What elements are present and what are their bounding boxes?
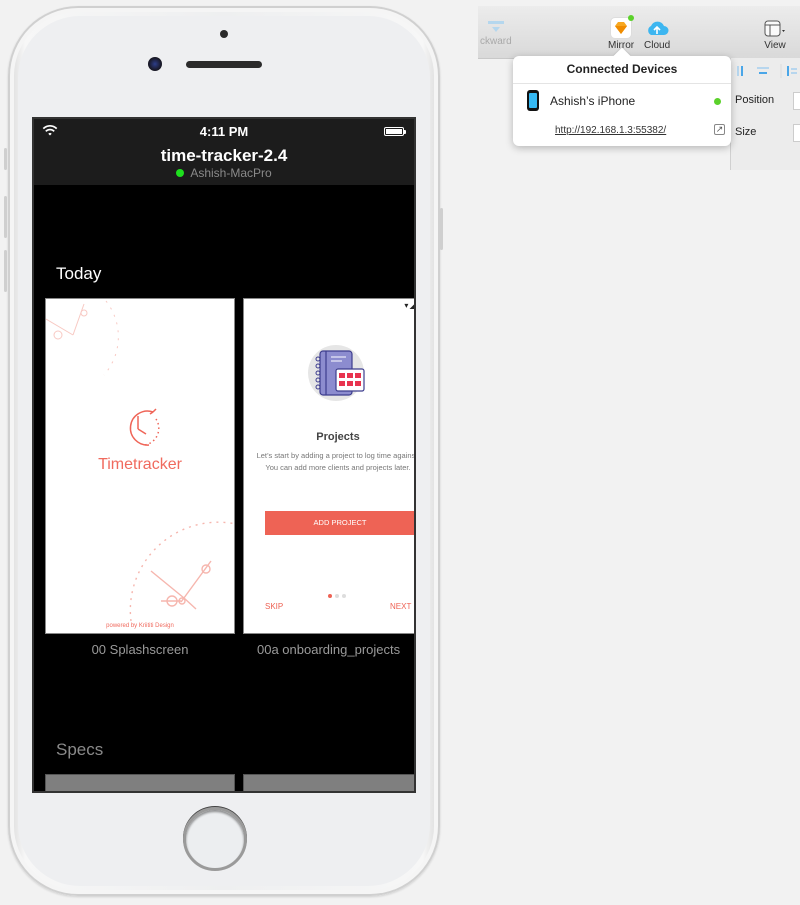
device-row[interactable]: Ashish’s iPhone [513, 90, 731, 114]
open-in-browser-icon[interactable]: ↗ [714, 124, 725, 135]
connected-devices-popover: Connected Devices Ashish’s iPhone http:/… [513, 56, 731, 146]
host-name: Ashish-MacPro [190, 166, 272, 180]
device-connected-dot [714, 98, 721, 105]
alignment-icons[interactable] [733, 64, 800, 78]
power-button [440, 208, 443, 250]
front-camera [148, 57, 162, 71]
position-label: Position [735, 94, 775, 106]
artboard-label: 00 Splashscreen [91, 642, 189, 657]
phone-screen: 4:11 PM time-tracker-2.4 Ashish-MacPro T… [32, 117, 416, 793]
view-button[interactable]: View [764, 20, 786, 51]
page-dot [335, 594, 339, 598]
splash-app-name: Timetracker [98, 456, 182, 473]
mirror-header: 4:11 PM time-tracker-2.4 Ashish-MacPro [34, 119, 414, 185]
notebook-calendar-icon [308, 345, 365, 401]
document-title: time-tracker-2.4 [160, 146, 288, 165]
sketch-toolbar: ckward Mirror Cloud View [478, 6, 800, 59]
volume-up-button [4, 196, 7, 238]
sketch-mirror-icon [611, 15, 635, 38]
page-indicator [328, 585, 349, 603]
page-dot [342, 594, 346, 598]
artboard-label: 00a onboarding_projects [257, 642, 401, 657]
add-project-button[interactable]: ADD PROJECT [265, 511, 414, 535]
section-title-specs: Specs [56, 740, 104, 759]
earpiece-speaker [186, 61, 262, 68]
view-layout-icon [764, 20, 785, 37]
artboard-spec-2[interactable] [243, 774, 414, 791]
artboard-onboarding-projects[interactable]: ▾◢▮ Projects Let’s start by adding a pro… [243, 298, 416, 634]
backward-icon [487, 21, 504, 32]
popover-title: Connected Devices [566, 62, 678, 76]
onboarding-body: Let’s start by adding a project to log t… [256, 451, 416, 472]
android-status-icons: ▾◢▮ [404, 301, 416, 310]
cloud-button[interactable]: Cloud [644, 18, 670, 51]
powered-by-text: powered by Kriititi Design [106, 623, 174, 629]
device-name: Ashish’s iPhone [550, 94, 636, 108]
size-field[interactable] [793, 124, 800, 142]
cloud-upload-icon [648, 21, 669, 35]
page-dot-active [328, 594, 332, 598]
size-label: Size [735, 126, 757, 138]
skip-link[interactable]: SKIP [265, 602, 283, 611]
proximity-sensor [220, 30, 228, 38]
mirror-url-link[interactable]: http://192.168.1.3:55382/ [555, 125, 666, 136]
next-link[interactable]: NEXT [390, 602, 411, 611]
position-field[interactable] [793, 92, 800, 110]
host-status: Ashish-MacPro [34, 166, 414, 180]
battery-icon [384, 127, 406, 136]
iphone-icon [527, 90, 539, 111]
status-time: 4:11 PM [199, 124, 249, 139]
mirror-button[interactable]: Mirror [608, 15, 635, 51]
home-button[interactable] [183, 807, 247, 871]
volume-down-button [4, 250, 7, 292]
backward-button[interactable]: ckward [480, 20, 512, 47]
mute-switch [4, 148, 7, 170]
artboard-splashscreen[interactable]: Timetracker powered by Kriititi Design [45, 298, 235, 634]
inspector-panel: Position Size [730, 58, 800, 170]
connected-dot-icon [176, 169, 185, 177]
onboarding-heading: Projects [316, 431, 360, 443]
artboard-spec-1[interactable] [45, 774, 235, 791]
section-title-today: Today [56, 264, 102, 283]
mirror-active-dot [628, 15, 635, 21]
divider [513, 83, 731, 84]
